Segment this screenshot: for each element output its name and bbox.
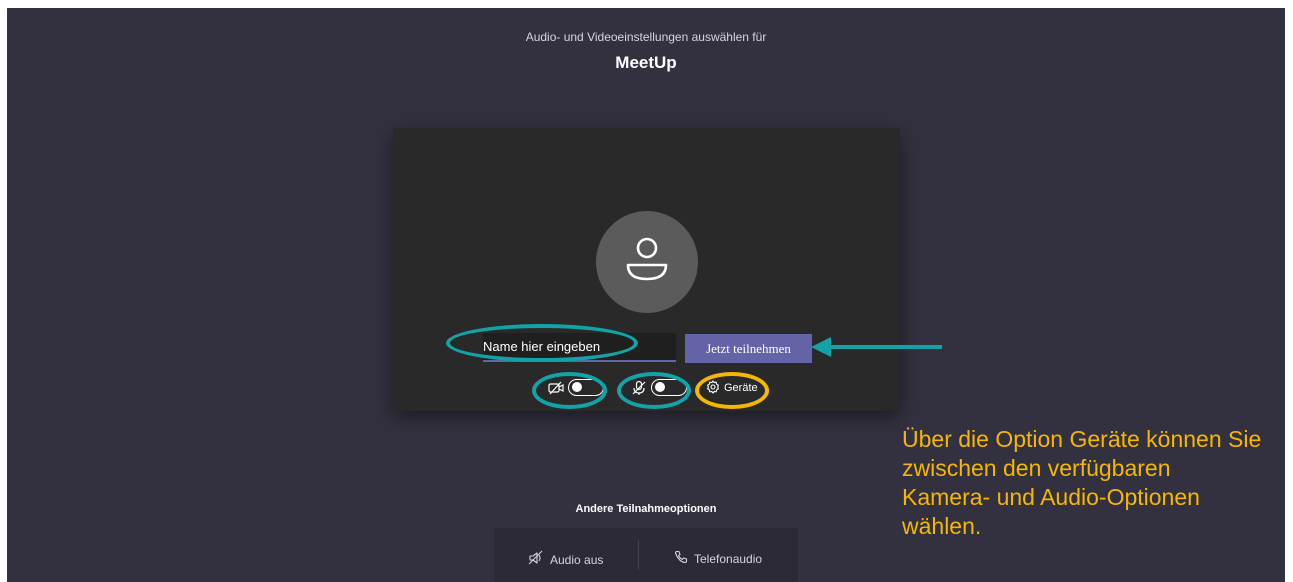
gear-icon — [706, 379, 720, 397]
audio-off-option[interactable]: Audio aus — [528, 550, 603, 569]
settings-subtitle: Audio- und Videoeinstellungen auswählen … — [525, 30, 767, 44]
devices-button[interactable]: Geräte — [706, 378, 758, 398]
camera-toggle[interactable] — [568, 379, 604, 396]
join-now-button[interactable]: Jetzt teilnehmen — [685, 334, 812, 363]
phone-audio-label: Telefonaudio — [694, 551, 763, 566]
devices-label: Geräte — [724, 382, 758, 394]
name-input[interactable] — [483, 333, 676, 362]
audio-off-label: Audio aus — [550, 552, 604, 567]
phone-icon — [674, 550, 688, 567]
arrow-left-icon — [811, 337, 942, 357]
toggle-knob — [655, 382, 665, 392]
divider — [638, 540, 639, 570]
annotation-text: Über die Option Geräte können Sie zwisch… — [902, 426, 1262, 539]
phone-audio-option[interactable]: Telefonaudio — [674, 550, 762, 567]
toggle-knob — [572, 382, 582, 392]
person-icon — [626, 237, 668, 281]
device-controls: Geräte — [393, 376, 900, 400]
speaker-off-icon — [528, 550, 544, 569]
mic-toggle[interactable] — [651, 379, 687, 396]
avatar — [596, 211, 698, 313]
other-options-bar: Audio aus Telefonaudio — [494, 528, 798, 582]
mic-off-icon — [631, 380, 647, 396]
camera-off-icon — [548, 380, 564, 396]
preview-panel: Jetzt teilnehmen — [393, 128, 900, 411]
meeting-title: MeetUp — [615, 53, 677, 72]
